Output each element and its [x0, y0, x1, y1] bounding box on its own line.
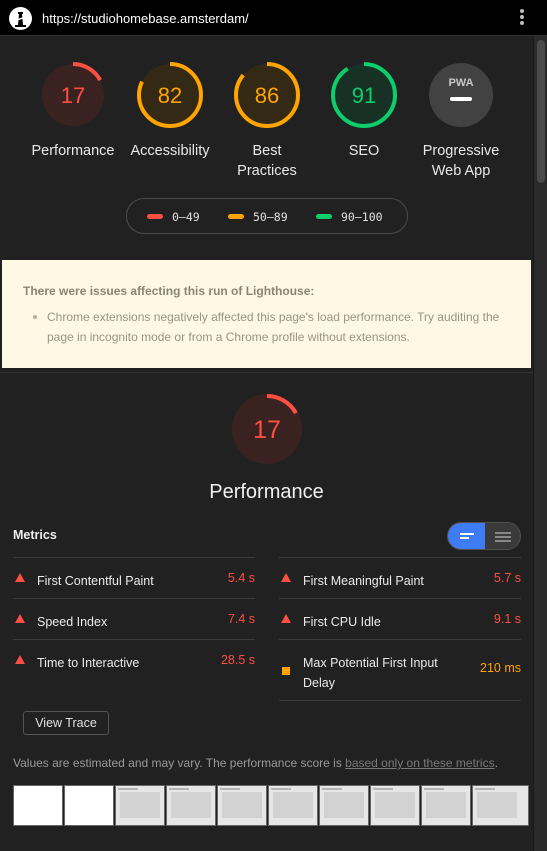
gauge-label: SEO [348, 143, 380, 159]
gauge-score: 82 [158, 83, 182, 108]
metric-value: 210 ms [480, 661, 521, 675]
filmstrip-frame [319, 785, 369, 826]
filmstrip-frame [115, 785, 165, 826]
scrollbar[interactable] [533, 36, 547, 851]
gauge-score: 17 [61, 83, 85, 108]
warning-item: Chrome extensions negatively affected th… [47, 310, 500, 344]
gauge-ring: 17 [40, 62, 106, 128]
legend-fail: 0–49 [147, 210, 200, 224]
metric-value: 7.4 s [227, 612, 255, 626]
gauge-pwa[interactable]: PWA Progressive Web App [411, 61, 511, 181]
filmstrip-frame [13, 785, 63, 826]
metrics-title: Metrics [13, 528, 57, 542]
filmstrip-frame [370, 785, 420, 826]
metrics-link[interactable]: based only on these metrics [345, 756, 494, 770]
filmstrip [13, 785, 529, 826]
lighthouse-icon [9, 7, 32, 30]
fail-icon [15, 614, 25, 623]
gauge-best-practices[interactable]: 86 Best Practices [217, 61, 317, 181]
gauge-label: Performance [31, 143, 115, 159]
gauge-accessibility[interactable]: 82 Accessibility [120, 61, 220, 161]
bullet-icon [33, 315, 37, 319]
section-divider [0, 372, 533, 373]
metric-max-potential-fid: Max Potential First Input Delay 210 ms [279, 639, 521, 701]
browser-top-bar: https://studiohomebase.amsterdam/ [0, 0, 547, 36]
metric-value: 5.4 s [227, 571, 255, 585]
performance-gauge: 17 [232, 394, 302, 464]
url-text: https://studiohomebase.amsterdam/ [42, 11, 249, 26]
metric-value: 9.1 s [493, 612, 521, 626]
expanded-view-button[interactable] [485, 523, 520, 549]
legend-average: 50–89 [228, 210, 288, 224]
scrollbar-thumb[interactable] [537, 40, 545, 183]
fail-icon [281, 573, 291, 582]
legend-fail-swatch [147, 214, 163, 219]
metric-name: First Contentful Paint [37, 574, 154, 588]
fail-icon [15, 655, 25, 664]
metric-name: Time to Interactive [37, 656, 140, 670]
kebab-menu-icon[interactable] [516, 9, 528, 29]
legend-average-swatch [228, 214, 244, 219]
performance-score: 17 [253, 416, 281, 444]
gauge-score: 86 [255, 83, 279, 108]
filmstrip-frame [64, 785, 114, 826]
disclaimer: Values are estimated and may vary. The p… [13, 756, 498, 770]
disclaimer-text: Values are estimated and may vary. The p… [13, 756, 346, 770]
metric-first-meaningful-paint: First Meaningful Paint 5.7 s [279, 557, 521, 598]
metric-first-cpu-idle: First CPU Idle 9.1 s [279, 598, 521, 639]
gauge-seo[interactable]: 91 SEO [314, 61, 414, 161]
gauge-label: Best Practices [237, 143, 297, 179]
metric-time-to-interactive: Time to Interactive 28.5 s [13, 639, 255, 680]
metric-first-contentful-paint: First Contentful Paint 5.4 s [13, 557, 255, 598]
fail-icon [281, 614, 291, 623]
metric-value: 5.7 s [493, 571, 521, 585]
warning-title: There were issues affecting this run of … [23, 284, 315, 298]
gauge-label: Progressive Web App [422, 143, 500, 179]
run-warnings: There were issues affecting this run of … [2, 260, 531, 368]
fail-icon [15, 573, 25, 582]
metric-value: 28.5 s [220, 653, 255, 667]
metric-speed-index: Speed Index 7.4 s [13, 598, 255, 639]
metric-name: First Meaningful Paint [303, 574, 424, 588]
disclaimer-end: . [494, 756, 498, 770]
gauge-ring: 82 [137, 62, 203, 128]
metric-name: First CPU Idle [303, 615, 381, 629]
filmstrip-frame [217, 785, 267, 826]
filmstrip-frame [472, 785, 529, 826]
filmstrip-frame [421, 785, 471, 826]
pwa-badge-text: PWA [448, 77, 473, 89]
metric-name: Speed Index [37, 615, 108, 629]
filmstrip-frame [166, 785, 216, 826]
average-icon [282, 667, 290, 675]
metric-name: Max Potential First Input Delay [303, 656, 438, 690]
score-legend: 0–49 50–89 90–100 [126, 198, 408, 234]
performance-title: Performance [209, 481, 324, 503]
metrics-view-toggle[interactable] [447, 522, 521, 550]
gauge-ring: 91 [331, 62, 397, 128]
gauge-ring: 86 [234, 62, 300, 128]
gauge-score: 91 [352, 83, 376, 108]
pwa-icon: PWA [429, 63, 493, 127]
compact-view-button[interactable] [448, 523, 485, 549]
view-trace-button[interactable]: View Trace [23, 711, 109, 735]
filmstrip-frame [268, 785, 318, 826]
gauge-label: Accessibility [130, 143, 210, 159]
legend-pass-swatch [316, 214, 332, 219]
legend-pass: 90–100 [316, 210, 383, 224]
gauge-performance[interactable]: 17 Performance [23, 61, 123, 161]
